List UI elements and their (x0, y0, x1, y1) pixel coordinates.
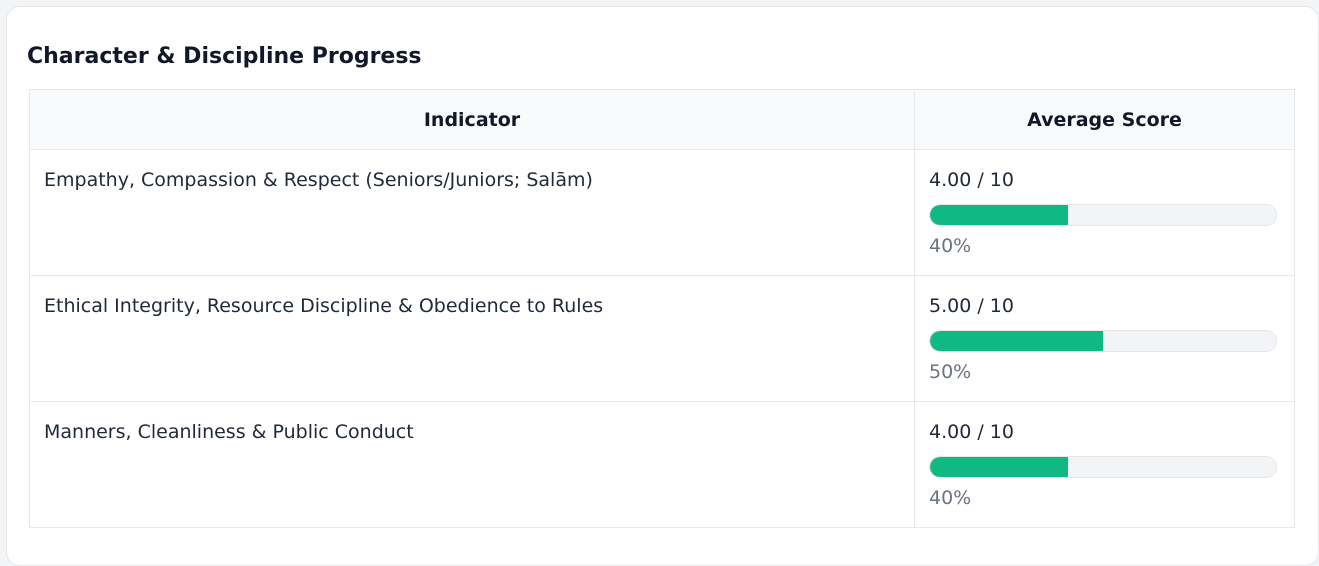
score-cell: 4.00 / 10 40% (914, 149, 1295, 276)
card-title: Character & Discipline Progress (27, 44, 422, 69)
score-value: 4.00 / 10 (929, 421, 1014, 443)
score-cell: 5.00 / 10 50% (914, 275, 1295, 402)
score-percent: 40% (929, 235, 972, 257)
progress-bar-fill (930, 331, 1103, 351)
progress-bar-fill (930, 205, 1069, 225)
header-average-score: Average Score (914, 89, 1295, 150)
score-percent: 50% (929, 361, 972, 383)
table-header-row: Indicator Average Score (29, 89, 1295, 150)
table-row: Empathy, Compassion & Respect (Seniors/J… (29, 149, 1295, 276)
progress-bar-track (929, 204, 1277, 226)
score-value: 4.00 / 10 (929, 169, 1014, 191)
score-percent: 40% (929, 487, 972, 509)
indicator-label: Empathy, Compassion & Respect (Seniors/J… (44, 169, 593, 191)
indicator-cell: Ethical Integrity, Resource Discipline &… (29, 275, 915, 402)
indicator-label: Ethical Integrity, Resource Discipline &… (44, 295, 604, 317)
indicator-cell: Manners, Cleanliness & Public Conduct (29, 401, 915, 528)
progress-table: Indicator Average Score Empathy, Compass… (29, 89, 1295, 528)
character-progress-card: Character & Discipline Progress Indicato… (6, 6, 1319, 566)
table-row: Manners, Cleanliness & Public Conduct 4.… (29, 401, 1295, 528)
header-indicator: Indicator (29, 89, 915, 150)
progress-bar-fill (930, 457, 1069, 477)
indicator-cell: Empathy, Compassion & Respect (Seniors/J… (29, 149, 915, 276)
table-row: Ethical Integrity, Resource Discipline &… (29, 275, 1295, 402)
score-value: 5.00 / 10 (929, 295, 1014, 317)
progress-bar-track (929, 456, 1277, 478)
progress-bar-track (929, 330, 1277, 352)
indicator-label: Manners, Cleanliness & Public Conduct (44, 421, 414, 443)
score-cell: 4.00 / 10 40% (914, 401, 1295, 528)
